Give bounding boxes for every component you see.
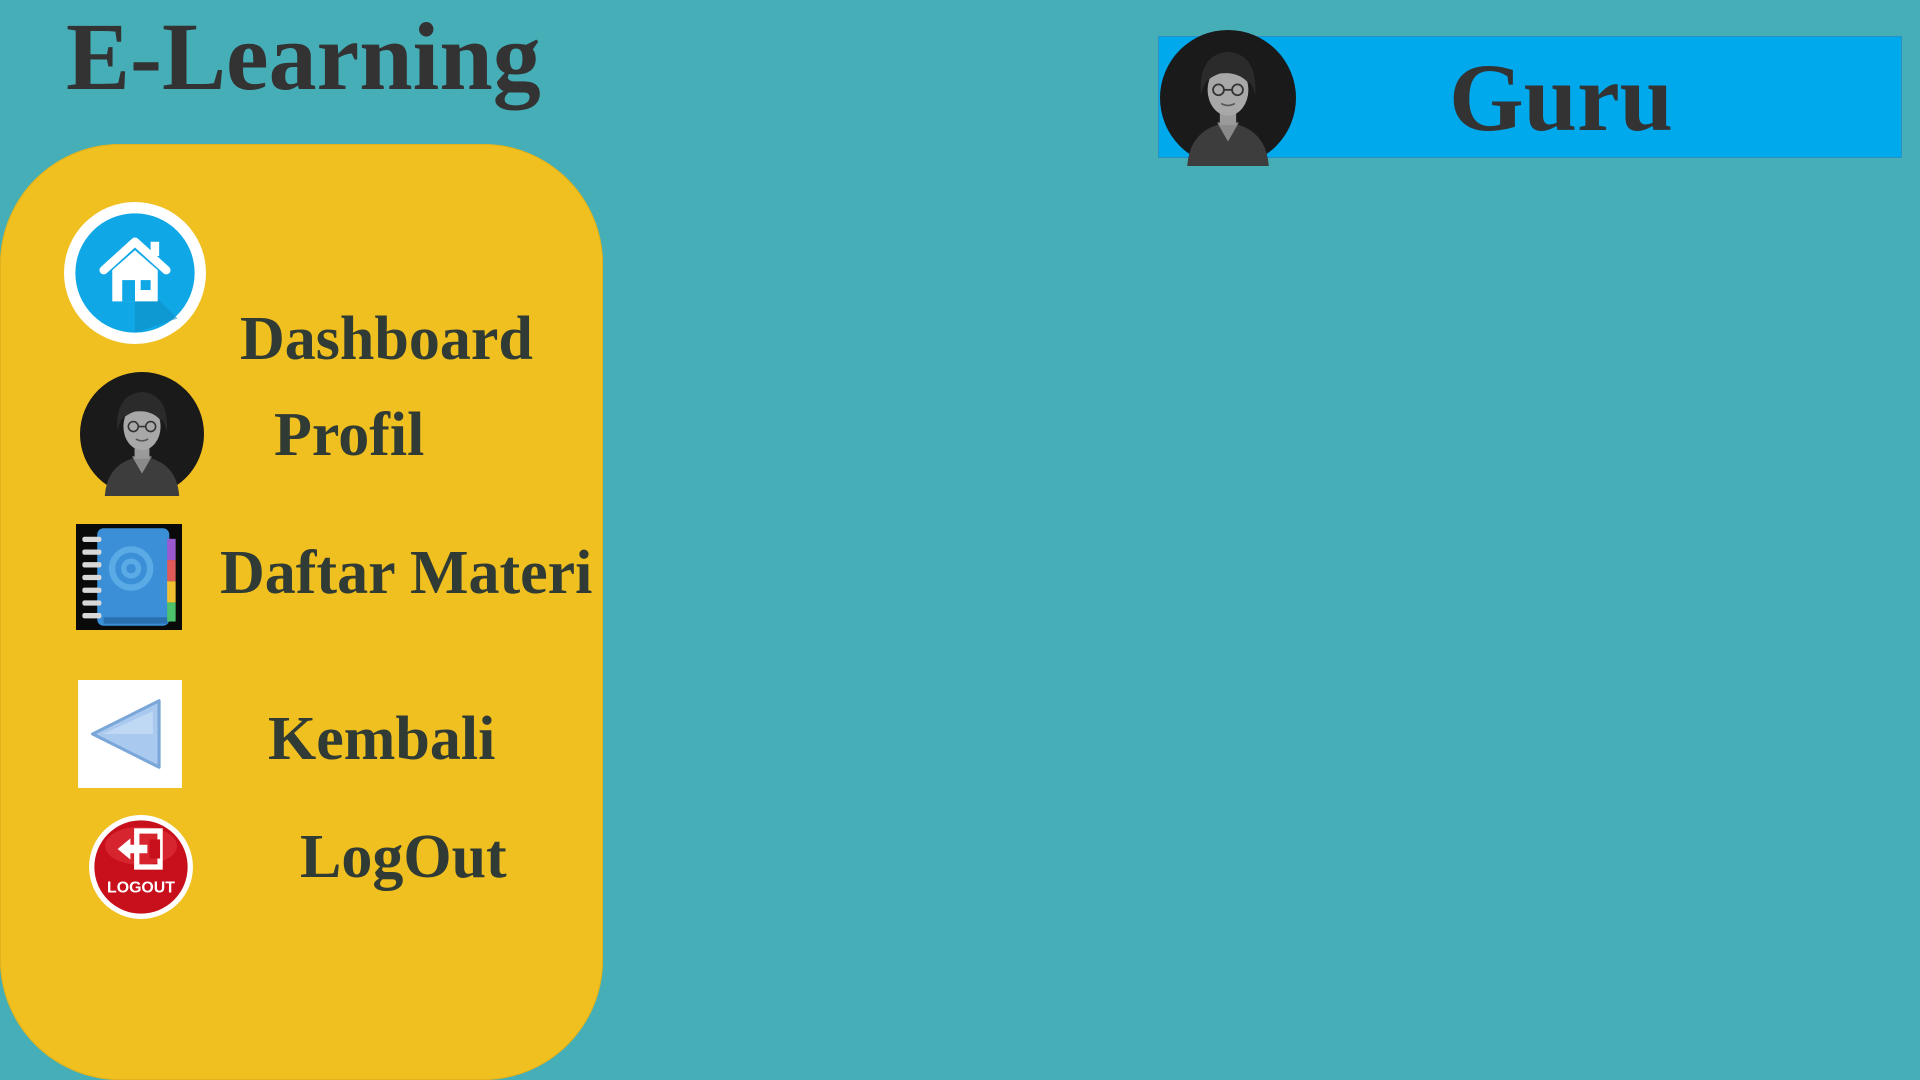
avatar-icon xyxy=(80,372,204,496)
sidebar-item-label: Kembali xyxy=(268,705,496,773)
sidebar-item-logout[interactable]: LOGOUT LogOut xyxy=(0,812,603,922)
back-arrow-icon xyxy=(78,680,182,788)
home-icon xyxy=(64,202,206,344)
sidebar-item-profil[interactable]: Profil xyxy=(0,372,603,496)
user-role-label: Guru xyxy=(1449,44,1674,151)
user-avatar-icon[interactable] xyxy=(1160,30,1296,166)
app-title: E-Learning xyxy=(66,3,541,110)
sidebar-item-label: LogOut xyxy=(300,823,507,891)
sidebar-item-kembali[interactable]: Kembali xyxy=(0,680,603,790)
sidebar-item-label: Dashboard xyxy=(240,305,533,373)
sidebar-item-label: Daftar Materi xyxy=(220,539,593,607)
sidebar: Dashboard Profil Daftar Materi Kembali L… xyxy=(0,144,603,1080)
logout-icon: LOGOUT xyxy=(88,814,194,920)
sidebar-item-daftar-materi[interactable]: Daftar Materi xyxy=(0,524,603,632)
sidebar-item-dashboard[interactable]: Dashboard xyxy=(0,202,603,373)
sidebar-item-label: Profil xyxy=(274,401,425,469)
address-book-icon xyxy=(76,524,182,630)
logout-icon-text: LOGOUT xyxy=(107,879,175,896)
